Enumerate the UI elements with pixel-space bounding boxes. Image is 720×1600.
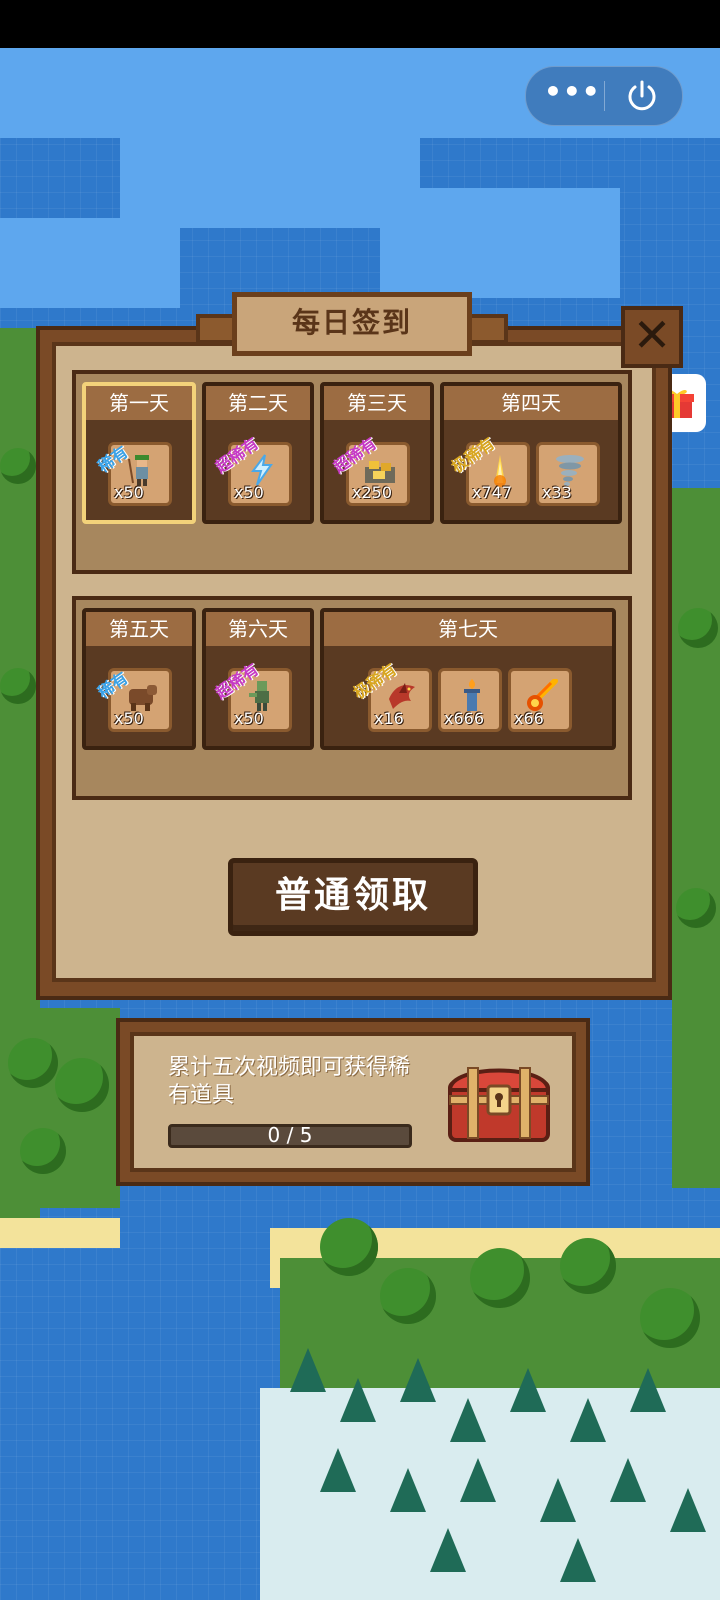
- video-progress-bar: 0 / 5: [168, 1123, 412, 1148]
- page-title: 每日签到: [291, 306, 412, 339]
- capsule-divider: [604, 81, 605, 111]
- title-ribbon-right: [468, 314, 508, 344]
- reward-qty: x50: [114, 709, 144, 728]
- reward-slot: x66: [508, 668, 572, 732]
- day-card-4[interactable]: 第四天 x747 x33 极稀有: [440, 382, 622, 524]
- day-label: 第七天: [324, 612, 612, 646]
- power-icon[interactable]: [624, 78, 660, 114]
- day-label: 第三天: [324, 386, 430, 420]
- reward-qty: x33: [542, 483, 572, 502]
- close-icon: ✕: [632, 308, 672, 362]
- treasure-chest-icon[interactable]: [444, 1056, 554, 1144]
- day-card-6[interactable]: 第六天 x50 超稀有: [202, 608, 314, 750]
- day-card-7[interactable]: 第七天 x16 x666 x66 极稀有: [320, 608, 616, 750]
- more-button[interactable]: •••: [544, 78, 600, 113]
- reward-qty: x50: [114, 483, 144, 502]
- torch-tower-icon: [464, 679, 480, 711]
- reward-slot: x33: [536, 442, 600, 506]
- reward-slot: x666: [438, 668, 502, 732]
- claim-button[interactable]: 普通领取: [228, 858, 478, 936]
- day-card-2[interactable]: 第二天 x50 超稀有: [202, 382, 314, 524]
- meteor-icon: [527, 679, 558, 711]
- status-bar: [0, 0, 720, 48]
- day-label: 第二天: [206, 386, 310, 420]
- day-label: 第五天: [86, 612, 192, 646]
- day-label: 第四天: [444, 386, 618, 420]
- red-dragon-icon: [389, 683, 415, 709]
- reward-qty: x50: [234, 483, 264, 502]
- video-progress-label: 0 / 5: [267, 1123, 313, 1147]
- tornado-icon: [556, 455, 584, 486]
- close-button[interactable]: ✕: [621, 306, 683, 368]
- day-card-3[interactable]: 第三天 x250 超稀有: [320, 382, 434, 524]
- day-label: 第一天: [86, 386, 192, 420]
- reward-qty: x50: [234, 709, 264, 728]
- reward-qty: x66: [514, 709, 544, 728]
- reward-qty: x666: [444, 709, 485, 728]
- title-ribbon-left: [196, 314, 236, 344]
- day-card-1[interactable]: 第一天 x50 稀有: [82, 382, 196, 524]
- video-reward-text: 累计五次视频即可获得稀有道具: [168, 1055, 411, 1108]
- fire-beam-icon: [494, 455, 506, 487]
- mini-program-capsule: •••: [525, 66, 683, 126]
- title-banner: 每日签到: [232, 292, 472, 356]
- day-card-5[interactable]: 第五天 x50 稀有: [82, 608, 196, 750]
- reward-qty: x747: [472, 483, 513, 502]
- reward-qty: x16: [374, 709, 404, 728]
- day-label: 第六天: [206, 612, 310, 646]
- reward-qty: x250: [352, 483, 393, 502]
